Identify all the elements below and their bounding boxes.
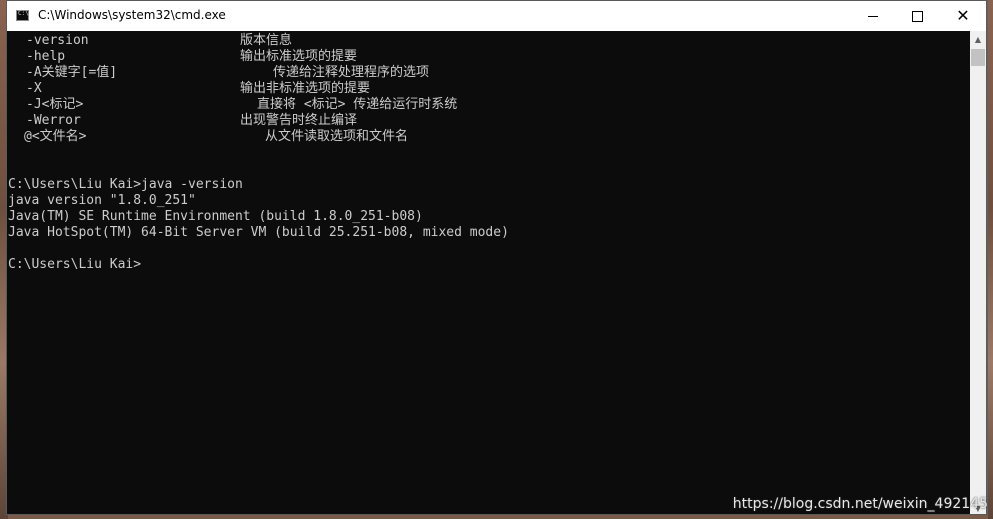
option-description: 输出标准选项的提要 bbox=[240, 49, 358, 64]
minimize-button[interactable] bbox=[850, 1, 896, 31]
vertical-scrollbar[interactable]: ▲ ▼ bbox=[970, 31, 986, 514]
maximize-button[interactable] bbox=[894, 1, 940, 31]
scrollbar-thumb[interactable] bbox=[971, 49, 985, 66]
watermark-text: https://blog.csdn.net/weixin_492145 bbox=[732, 496, 988, 512]
option-description: 直接将 <标记> 传递给运行时系统 bbox=[257, 97, 458, 112]
option-flag: -J<标记> bbox=[26, 97, 84, 112]
close-icon: ✕ bbox=[956, 6, 970, 25]
window-title: C:\Windows\system32\cmd.exe bbox=[38, 8, 226, 22]
option-flag: -A关键字[=值] bbox=[26, 65, 118, 80]
output-line: java version "1.8.0_251" bbox=[8, 193, 196, 208]
prompt-line: C:\Users\Liu Kai>java -version bbox=[8, 177, 243, 192]
output-line: Java(TM) SE Runtime Environment (build 1… bbox=[8, 209, 423, 224]
option-description: 输出非标准选项的提要 bbox=[240, 81, 371, 96]
title-bar[interactable]: C:\Windows\system32\cmd.exe ✕ bbox=[7, 1, 986, 31]
maximize-icon bbox=[911, 10, 923, 22]
option-flag: -version bbox=[26, 33, 89, 48]
option-flag: @<文件名> bbox=[24, 129, 87, 144]
prompt-line: C:\Users\Liu Kai> bbox=[8, 257, 142, 272]
close-button[interactable]: ✕ bbox=[940, 1, 986, 31]
desktop-background-right bbox=[988, 0, 993, 519]
scroll-up-icon[interactable]: ▲ bbox=[970, 31, 986, 47]
minimize-icon bbox=[868, 15, 878, 17]
cmd-window[interactable]: C:\Windows\system32\cmd.exe ✕ -version 版… bbox=[6, 0, 987, 515]
option-description: 从文件读取选项和文件名 bbox=[265, 129, 409, 144]
option-flag: -X bbox=[26, 81, 42, 96]
option-flag: -Werror bbox=[26, 113, 81, 128]
option-description: 出现警告时终止编译 bbox=[240, 113, 358, 128]
cmd-app-icon[interactable] bbox=[16, 10, 29, 21]
option-description: 传递给注释处理程序的选项 bbox=[273, 65, 430, 80]
option-description: 版本信息 bbox=[240, 33, 293, 48]
console-output[interactable]: -version 版本信息 -help 输出标准选项的提要 -A关键字[=值] … bbox=[7, 31, 970, 514]
option-flag: -help bbox=[26, 49, 66, 64]
output-line: Java HotSpot(TM) 64-Bit Server VM (build… bbox=[8, 225, 509, 240]
